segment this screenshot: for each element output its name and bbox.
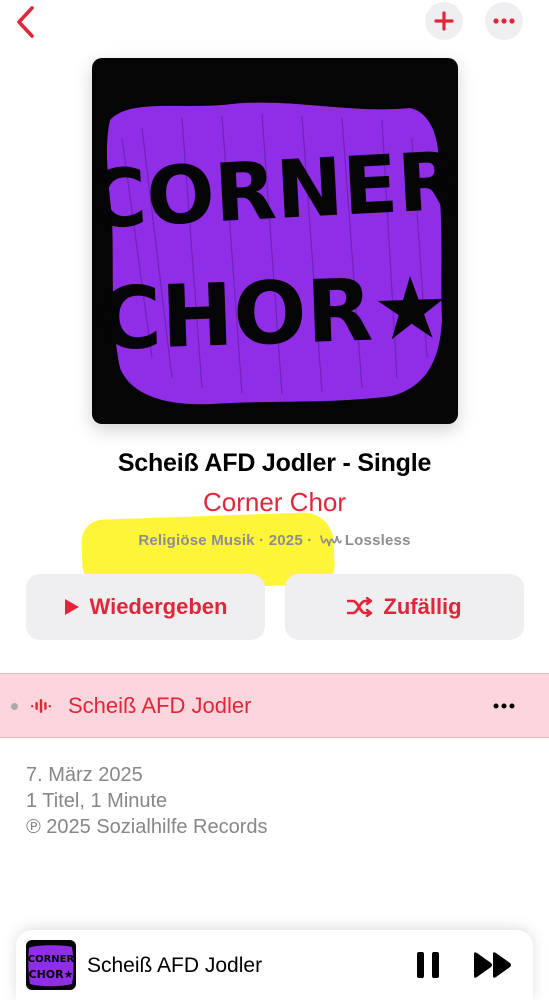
add-to-library-button[interactable] — [425, 2, 463, 40]
album-genre: Religiöse Musik — [138, 532, 255, 549]
meta-separator: · — [307, 532, 313, 549]
mini-player-title: Scheiß AFD Jodler — [87, 954, 263, 977]
forward-button[interactable] — [472, 950, 514, 980]
album-quality: Lossless — [344, 532, 411, 549]
album-title: Scheiß AFD Jodler - Single — [117, 449, 432, 477]
plus-icon — [434, 11, 454, 31]
pause-icon — [417, 952, 439, 978]
back-button[interactable] — [8, 4, 44, 40]
mini-artwork-lettering-top: CORNER — [28, 954, 75, 965]
mini-player[interactable]: CORNER CHOR★ Scheiß AFD Jodler — [16, 930, 533, 1000]
album-year: 2025 — [268, 532, 303, 549]
track-row[interactable]: Scheiß AFD Jodler — [0, 673, 549, 738]
track-summary: 1 Titel, 1 Minute — [26, 790, 168, 812]
meta-separator: · — [259, 532, 265, 549]
shuffle-icon — [347, 597, 373, 617]
album-meta: Religiöse Musik · 2025 · Lossless — [0, 532, 549, 552]
ellipsis-icon — [493, 703, 515, 709]
more-options-button[interactable] — [485, 2, 523, 40]
shuffle-button[interactable]: Zufällig — [285, 574, 524, 640]
ellipsis-icon — [493, 18, 515, 24]
track-title: Scheiß AFD Jodler — [68, 693, 252, 718]
artwork-lettering-top: CORNER — [92, 134, 458, 246]
album-artwork: CORNER CHOR★ — [92, 58, 458, 424]
now-playing-waveform-icon — [31, 699, 51, 713]
shuffle-button-label: Zufällig — [383, 594, 462, 619]
play-icon — [64, 599, 79, 615]
mini-player-artwork: CORNER CHOR★ — [26, 940, 76, 990]
play-button[interactable]: Wiedergeben — [26, 574, 265, 640]
mini-artwork-lettering-bottom: CHOR★ — [29, 968, 74, 981]
album-page: CORNER CHOR★ Scheiß AFD Jodler - Single … — [0, 0, 549, 1000]
release-date: 7. März 2025 — [26, 764, 143, 786]
pause-button[interactable] — [412, 948, 444, 982]
copyright: ℗ 2025 Sozialhilfe Records — [26, 816, 268, 838]
lossless-icon — [320, 534, 342, 552]
track-more-button[interactable] — [488, 691, 520, 721]
forward-icon — [474, 952, 511, 978]
artwork-lettering-bottom: CHOR★ — [97, 258, 452, 370]
play-button-label: Wiedergeben — [89, 594, 228, 619]
chevron-left-icon — [17, 6, 34, 38]
track-indicator-dot — [11, 703, 18, 710]
release-info: 7. März 2025 1 Titel, 1 Minute ℗ 2025 So… — [26, 762, 268, 840]
